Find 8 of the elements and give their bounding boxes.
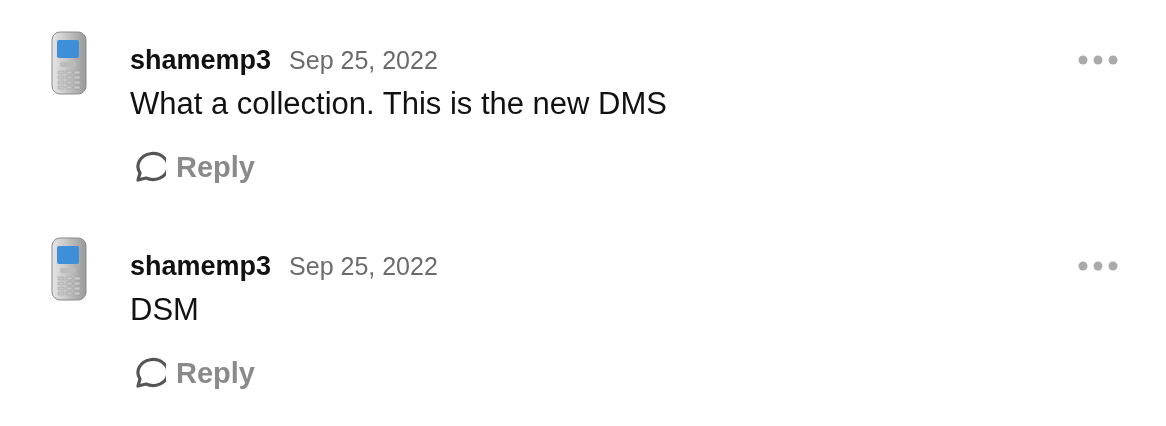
comment-date: Sep 25, 2022 (289, 45, 438, 75)
username[interactable]: shamemp3 (130, 44, 272, 76)
more-options-icon[interactable] (1078, 55, 1118, 65)
more-options-icon[interactable] (1078, 261, 1118, 271)
comment-date: Sep 25, 2022 (289, 251, 438, 281)
username[interactable]: shamemp3 (130, 250, 272, 282)
comment-text: What a collection. This is the new DMS (130, 86, 668, 122)
comment-text: DSM (130, 292, 200, 328)
